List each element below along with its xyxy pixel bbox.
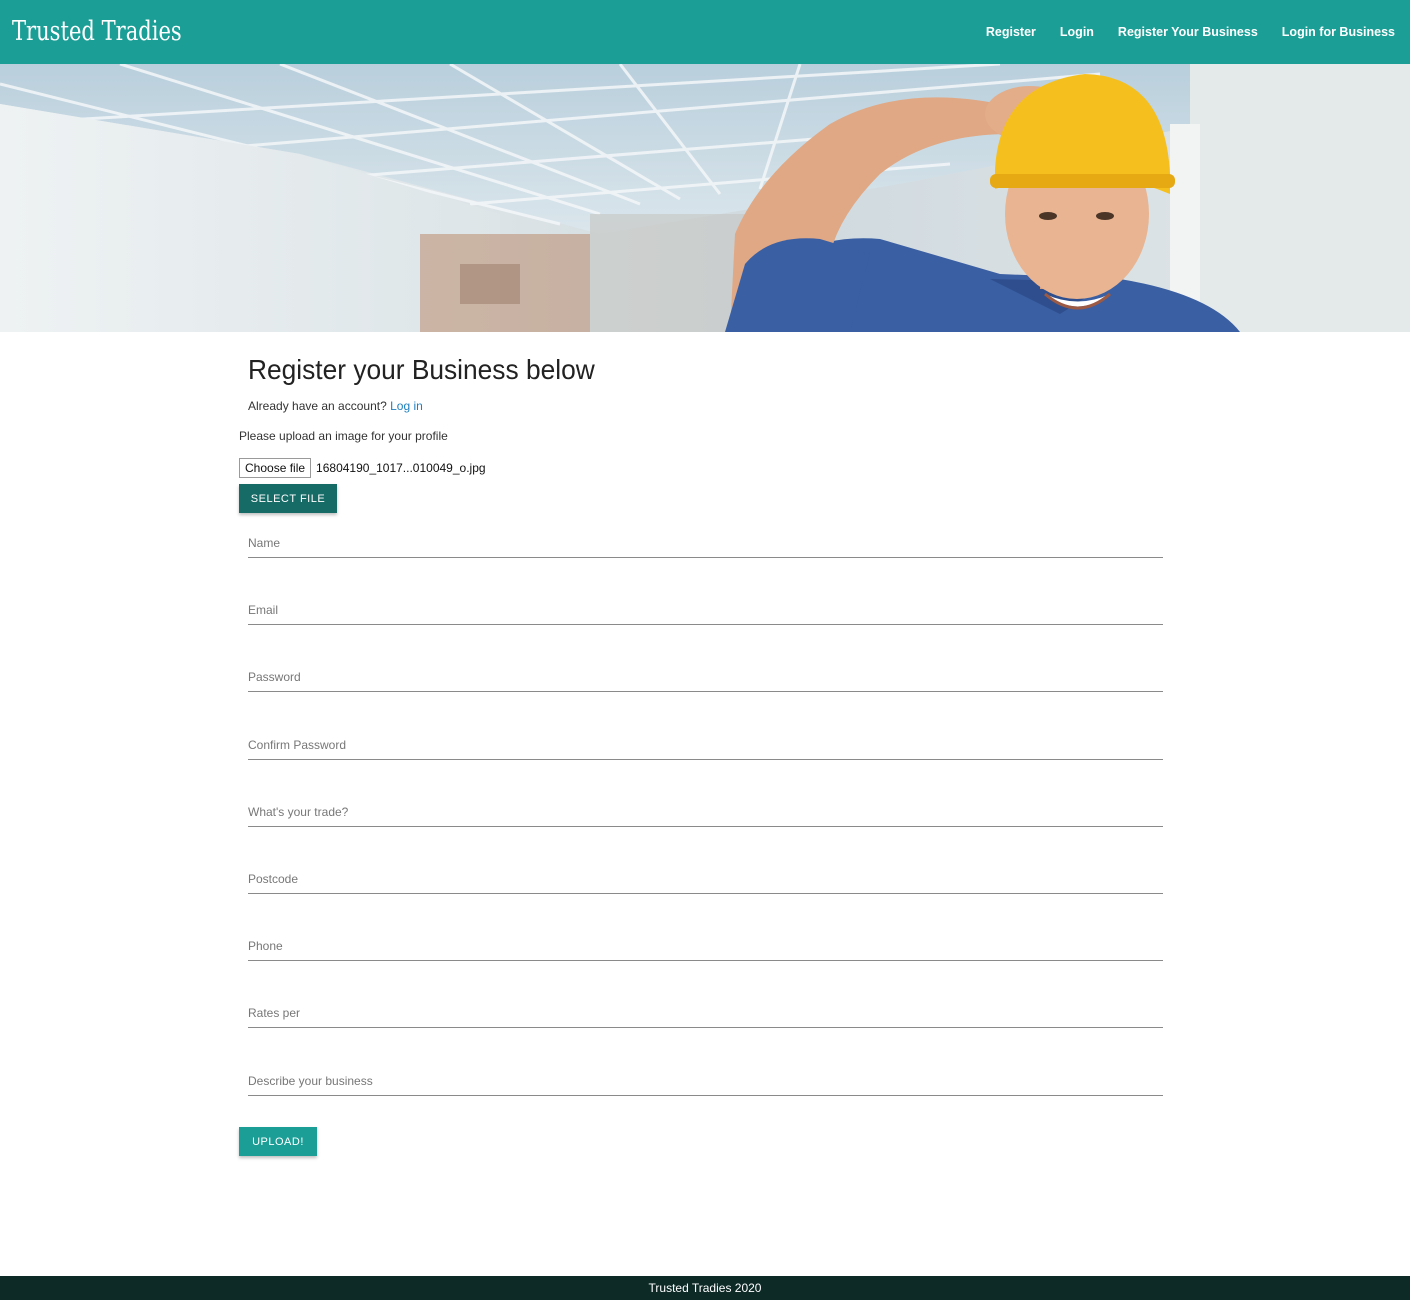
rates-field[interactable]: Rates per <box>248 1001 1163 1028</box>
choose-file-button[interactable]: Choose file <box>239 458 312 478</box>
hero-tradesman-image <box>0 64 1410 332</box>
nav-register-business[interactable]: Register Your Business <box>1118 25 1258 39</box>
trade-label: What's your trade? <box>248 805 349 819</box>
confirm-password-label: Confirm Password <box>248 738 347 752</box>
brand-logo[interactable]: Trusted Tradies <box>12 16 182 47</box>
nav-login[interactable]: Login <box>1060 25 1094 39</box>
password-label: Password <box>248 670 301 684</box>
nav-login-business[interactable]: Login for Business <box>1282 25 1395 39</box>
navbar: Trusted Tradies Register Login Register … <box>0 0 1410 64</box>
trade-field[interactable]: What's your trade? <box>248 800 1163 827</box>
postcode-label: Postcode <box>248 872 299 886</box>
describe-business-label: Describe your business <box>248 1074 373 1088</box>
file-name: 16804190_1017...010049_o.jpg <box>316 461 486 475</box>
name-field[interactable]: Name <box>248 531 1163 558</box>
upload-button[interactable]: UPLOAD! <box>239 1127 317 1156</box>
footer-text: Trusted Tradies 2020 <box>648 1281 762 1295</box>
account-prompt-text: Already have an account? <box>248 399 387 413</box>
upload-prompt: Please upload an image for your profile <box>239 429 448 443</box>
name-label: Name <box>248 536 281 550</box>
account-prompt: Already have an account? Log in <box>248 399 423 413</box>
phone-field[interactable]: Phone <box>248 934 1163 961</box>
nav-register[interactable]: Register <box>986 25 1036 39</box>
postcode-field[interactable]: Postcode <box>248 867 1163 894</box>
email-label: Email <box>248 603 279 617</box>
hero-image <box>0 64 1410 332</box>
select-file-button[interactable]: SELECT FILE <box>239 484 337 513</box>
phone-label: Phone <box>248 939 283 953</box>
footer: Trusted Tradies 2020 <box>0 1276 1410 1300</box>
rates-label: Rates per <box>248 1006 301 1020</box>
email-field[interactable]: Email <box>248 598 1163 625</box>
confirm-password-field[interactable]: Confirm Password <box>248 733 1163 760</box>
password-field[interactable]: Password <box>248 665 1163 692</box>
file-input: Choose file 16804190_1017...010049_o.jpg <box>239 458 486 478</box>
page-title: Register your Business below <box>248 354 595 385</box>
describe-business-field[interactable]: Describe your business <box>248 1069 1163 1096</box>
nav-links: Register Login Register Your Business Lo… <box>962 0 1395 64</box>
login-link[interactable]: Log in <box>390 399 423 413</box>
